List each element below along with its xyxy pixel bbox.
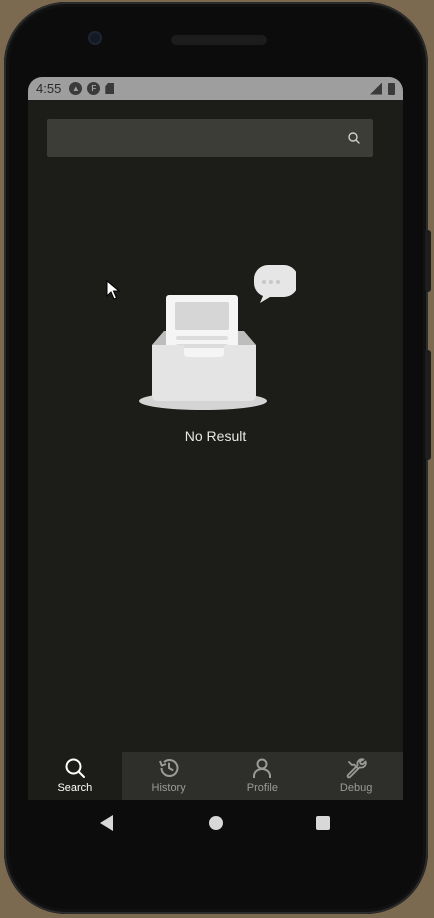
back-icon[interactable] (100, 815, 113, 831)
tab-history[interactable]: History (121, 752, 216, 800)
history-icon (158, 759, 179, 777)
search-input[interactable] (47, 119, 373, 157)
f-notification-icon: F (87, 82, 101, 95)
signal-icon (370, 82, 382, 95)
wrench-icon (346, 758, 367, 779)
notification-icons: ▲ F (69, 82, 115, 95)
system-nav-bar (28, 800, 403, 844)
system-status-icons (370, 82, 395, 95)
tab-profile-label: Profile (246, 782, 278, 794)
a-notification-icon: ▲ (69, 82, 83, 95)
earpiece-speaker (171, 35, 267, 45)
home-icon[interactable] (209, 816, 223, 830)
sd-card-icon (105, 83, 115, 94)
tab-search[interactable]: Search (28, 752, 122, 800)
recent-apps-icon[interactable] (316, 816, 330, 830)
tab-debug[interactable]: Debug (309, 752, 403, 800)
status-bar: 4:55 ▲ F (28, 77, 403, 100)
tab-history-label: History (151, 782, 186, 794)
bottom-tab-bar: Search History Profile Debug (28, 752, 403, 800)
volume-button (425, 350, 431, 460)
tab-profile[interactable]: Profile (215, 752, 310, 800)
power-button (425, 230, 431, 292)
tab-debug-label: Debug (339, 782, 373, 794)
status-time: 4:55 (36, 81, 62, 96)
front-camera (88, 31, 102, 45)
empty-state-text: No Result (184, 428, 247, 444)
search-icon[interactable] (347, 131, 361, 145)
app-screen: 4:55 ▲ F No Result Search History Profil… (28, 77, 403, 800)
empty-state: No Result (28, 265, 403, 444)
user-icon (253, 758, 272, 778)
search-icon (65, 758, 85, 778)
battery-icon (388, 82, 395, 95)
tab-search-label: Search (57, 782, 93, 794)
empty-inbox-illustration (138, 265, 296, 410)
